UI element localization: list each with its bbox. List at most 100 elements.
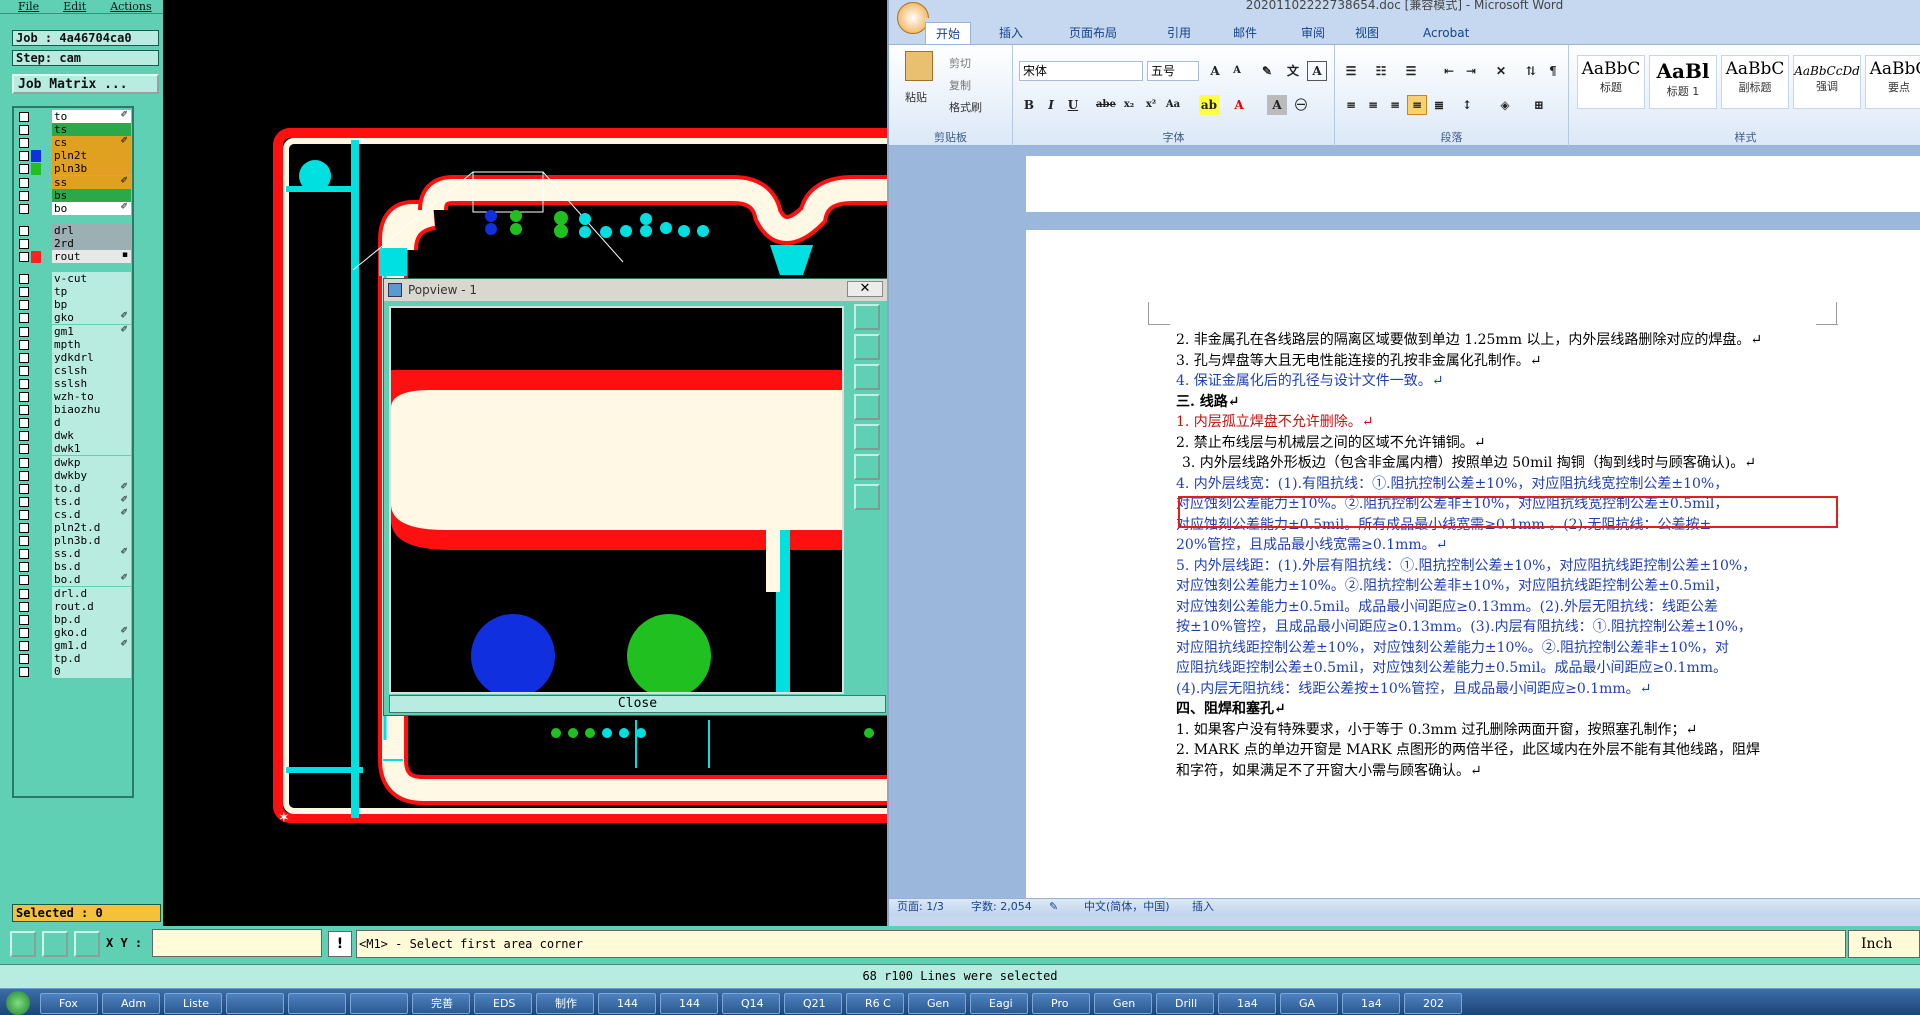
doc-line[interactable]: (4).内层无阻抗线：线距公差按±10%管控，且成品最小间距应≥0.1mm。↵ bbox=[1176, 679, 1651, 699]
layer-row-drl[interactable]: drl bbox=[17, 223, 131, 238]
doc-line[interactable]: 4. 内外层线宽：(1).有阻抗线：①.阻抗控制公差±10%，对应阻抗线宽控制公… bbox=[1176, 474, 1728, 494]
cut-button[interactable]: 剪切 bbox=[949, 55, 971, 71]
doc-line[interactable]: 1. 如果客户没有特殊要求，小于等于 0.3mm 过孔删除两面开窗，按照塞孔制作… bbox=[1176, 720, 1697, 740]
taskbar-item[interactable]: 1a4 bbox=[1218, 993, 1276, 1014]
borders-icon[interactable]: ⊞ bbox=[1529, 95, 1549, 115]
layer-checkbox[interactable] bbox=[19, 177, 29, 188]
copy-button[interactable]: 复制 bbox=[949, 77, 971, 93]
doc-line[interactable]: 2. 非金属孔在各线路层的隔离区域要做到单边 1.25mm 以上，内外层线路删除… bbox=[1176, 330, 1762, 350]
layer-checkbox[interactable] bbox=[19, 654, 29, 664]
document-area[interactable]: 2. 非金属孔在各线路层的隔离区域要做到单边 1.25mm 以上，内外层线路删除… bbox=[889, 146, 1920, 910]
taskbar-item[interactable]: EDS bbox=[474, 993, 532, 1014]
tab-8[interactable]: Acrobat bbox=[1413, 22, 1479, 44]
layer-name[interactable]: rout.d bbox=[52, 599, 131, 613]
layer-name[interactable]: 0 bbox=[52, 665, 131, 679]
doc-line[interactable]: 5. 内外层线距：(1).外层有阻抗线：①.阻抗控制公差±10%，对应阻抗线距控… bbox=[1176, 556, 1756, 576]
taskbar-item[interactable]: Pro bbox=[1032, 993, 1090, 1014]
layer-row-to.d[interactable]: to.d ✐ bbox=[17, 481, 131, 496]
layer-checkbox[interactable] bbox=[19, 138, 29, 149]
layer-name[interactable]: gm1 bbox=[52, 324, 131, 338]
start-button-icon[interactable] bbox=[6, 991, 30, 1015]
taskbar-item[interactable]: Gen bbox=[908, 993, 966, 1014]
layer-row-d[interactable]: d bbox=[17, 416, 131, 430]
doc-line[interactable]: 按±10%管控，且成品最小间距应≥0.13mm。(3).内层有阻抗线：①.阻抗控… bbox=[1176, 617, 1752, 637]
layer-name[interactable]: bo.d bbox=[52, 573, 131, 587]
layer-row-ss[interactable]: ss ✐ bbox=[17, 175, 131, 190]
layer-row-bs[interactable]: bs bbox=[17, 188, 131, 203]
layer-checkbox[interactable] bbox=[19, 562, 29, 573]
units-selector[interactable]: Inch bbox=[1848, 930, 1920, 958]
align-center-icon[interactable]: ≡ bbox=[1363, 95, 1383, 115]
layer-row-2rd[interactable]: 2rd bbox=[17, 236, 131, 251]
layer-row-dwkp[interactable]: dwkp bbox=[17, 455, 131, 470]
layer-row-cslsh[interactable]: cslsh bbox=[17, 363, 131, 378]
popview-close-button[interactable]: Close bbox=[389, 695, 886, 713]
multilevel-list-icon[interactable]: ☰ bbox=[1401, 61, 1421, 81]
popview-pan-up-icon[interactable] bbox=[854, 334, 880, 360]
change-case-icon[interactable]: Aa bbox=[1163, 95, 1183, 115]
menu-actions[interactable]: Actions bbox=[110, 1, 151, 12]
layer-name[interactable]: pln2t.d bbox=[52, 521, 131, 534]
popview-title[interactable]: Popview - 1 bbox=[384, 279, 887, 301]
layer-name[interactable]: dwk1 bbox=[52, 442, 131, 456]
taskbar-item[interactable]: Q14 bbox=[722, 993, 780, 1014]
style-title[interactable]: AaBbC 标题 bbox=[1577, 55, 1645, 109]
layer-checkbox[interactable] bbox=[19, 588, 29, 599]
layer-checkbox[interactable] bbox=[19, 300, 29, 311]
info-button[interactable]: ! bbox=[328, 931, 352, 957]
doc-line[interactable]: 2. MARK 点的单边开窗是 MARK 点图形的两倍半径，此区域内在外层不能有… bbox=[1176, 740, 1760, 760]
chinese-layout-icon[interactable]: ✕ bbox=[1491, 61, 1511, 81]
layer-row-ss.d[interactable]: ss.d ✐ bbox=[17, 547, 131, 561]
document-page[interactable]: 2. 非金属孔在各线路层的隔离区域要做到单边 1.25mm 以上，内外层线路删除… bbox=[1026, 230, 1920, 910]
underline-icon[interactable]: U bbox=[1063, 95, 1083, 115]
tab-5[interactable]: 邮件 bbox=[1223, 22, 1267, 44]
job-matrix-button[interactable]: Job Matrix ... bbox=[12, 74, 159, 94]
layer-checkbox[interactable] bbox=[19, 378, 29, 389]
tab-6[interactable]: 审阅 bbox=[1291, 22, 1335, 44]
sort-icon[interactable]: ⇅ bbox=[1521, 61, 1541, 81]
layer-checkbox[interactable] bbox=[19, 483, 29, 494]
layer-name[interactable]: ss.d bbox=[52, 547, 131, 561]
layer-checkbox[interactable] bbox=[19, 509, 29, 520]
layer-row-biaozhu[interactable]: biaozhu bbox=[17, 403, 131, 417]
taskbar-item[interactable] bbox=[226, 993, 284, 1014]
layer-row-wzh-to[interactable]: wzh-to bbox=[17, 390, 131, 404]
layer-checkbox[interactable] bbox=[19, 549, 29, 560]
layer-name[interactable]: wzh-to bbox=[52, 390, 131, 403]
layer-name[interactable]: pln3b bbox=[52, 162, 131, 176]
layer-name[interactable]: dwkby bbox=[52, 468, 131, 482]
layer-checkbox[interactable] bbox=[19, 326, 29, 337]
doc-line[interactable]: 对应蚀刻公差能力±0.5mil。成品最小间距应≥0.13mm。(2).外层无阻抗… bbox=[1176, 597, 1718, 617]
select-tool-icon[interactable] bbox=[10, 931, 36, 957]
layer-row-gko[interactable]: gko ✐ bbox=[17, 311, 131, 325]
distributed-icon[interactable]: ≣ bbox=[1429, 95, 1449, 115]
layer-checkbox[interactable] bbox=[19, 667, 29, 678]
layer-checkbox[interactable] bbox=[19, 601, 29, 612]
format-painter-button[interactable]: 格式刷 bbox=[949, 99, 982, 115]
measure-tool-icon[interactable] bbox=[42, 931, 68, 957]
xy-input[interactable] bbox=[152, 929, 322, 957]
layer-checkbox[interactable] bbox=[19, 151, 29, 162]
italic-icon[interactable]: I bbox=[1041, 95, 1061, 115]
taskbar-item[interactable]: Adm bbox=[102, 993, 160, 1014]
taskbar-item[interactable]: 202 bbox=[1404, 993, 1462, 1014]
layer-name[interactable]: bp.d bbox=[52, 612, 131, 626]
popview-zoom-in-icon[interactable] bbox=[854, 454, 880, 480]
layer-name[interactable]: drl.d bbox=[52, 586, 131, 600]
layer-name[interactable]: tp bbox=[52, 285, 131, 299]
superscript-icon[interactable]: x² bbox=[1141, 95, 1161, 115]
taskbar-item[interactable]: Q21 bbox=[784, 993, 842, 1014]
tab-1[interactable]: 开始 bbox=[925, 22, 972, 44]
font-color-icon[interactable]: A bbox=[1229, 95, 1249, 115]
layer-name[interactable]: 2rd bbox=[52, 236, 131, 250]
layer-row-pln2t.d[interactable]: pln2t.d bbox=[17, 521, 131, 535]
taskbar-item[interactable]: Eagi bbox=[970, 993, 1028, 1014]
layer-name[interactable]: sslsh bbox=[52, 376, 131, 390]
show-marks-icon[interactable]: ¶ bbox=[1543, 61, 1563, 81]
layer-checkbox[interactable] bbox=[19, 203, 29, 214]
font-size-combo[interactable]: 五号 bbox=[1147, 61, 1199, 81]
doc-line[interactable]: 3. 孔与焊盘等大且无电性能连接的孔按非金属化孔制作。↵ bbox=[1176, 351, 1542, 371]
layer-checkbox[interactable] bbox=[19, 274, 29, 285]
justify-icon[interactable]: ≡ bbox=[1407, 95, 1427, 115]
document-text[interactable]: 2. 非金属孔在各线路层的隔离区域要做到单边 1.25mm 以上，内外层线路删除… bbox=[1176, 330, 1876, 890]
